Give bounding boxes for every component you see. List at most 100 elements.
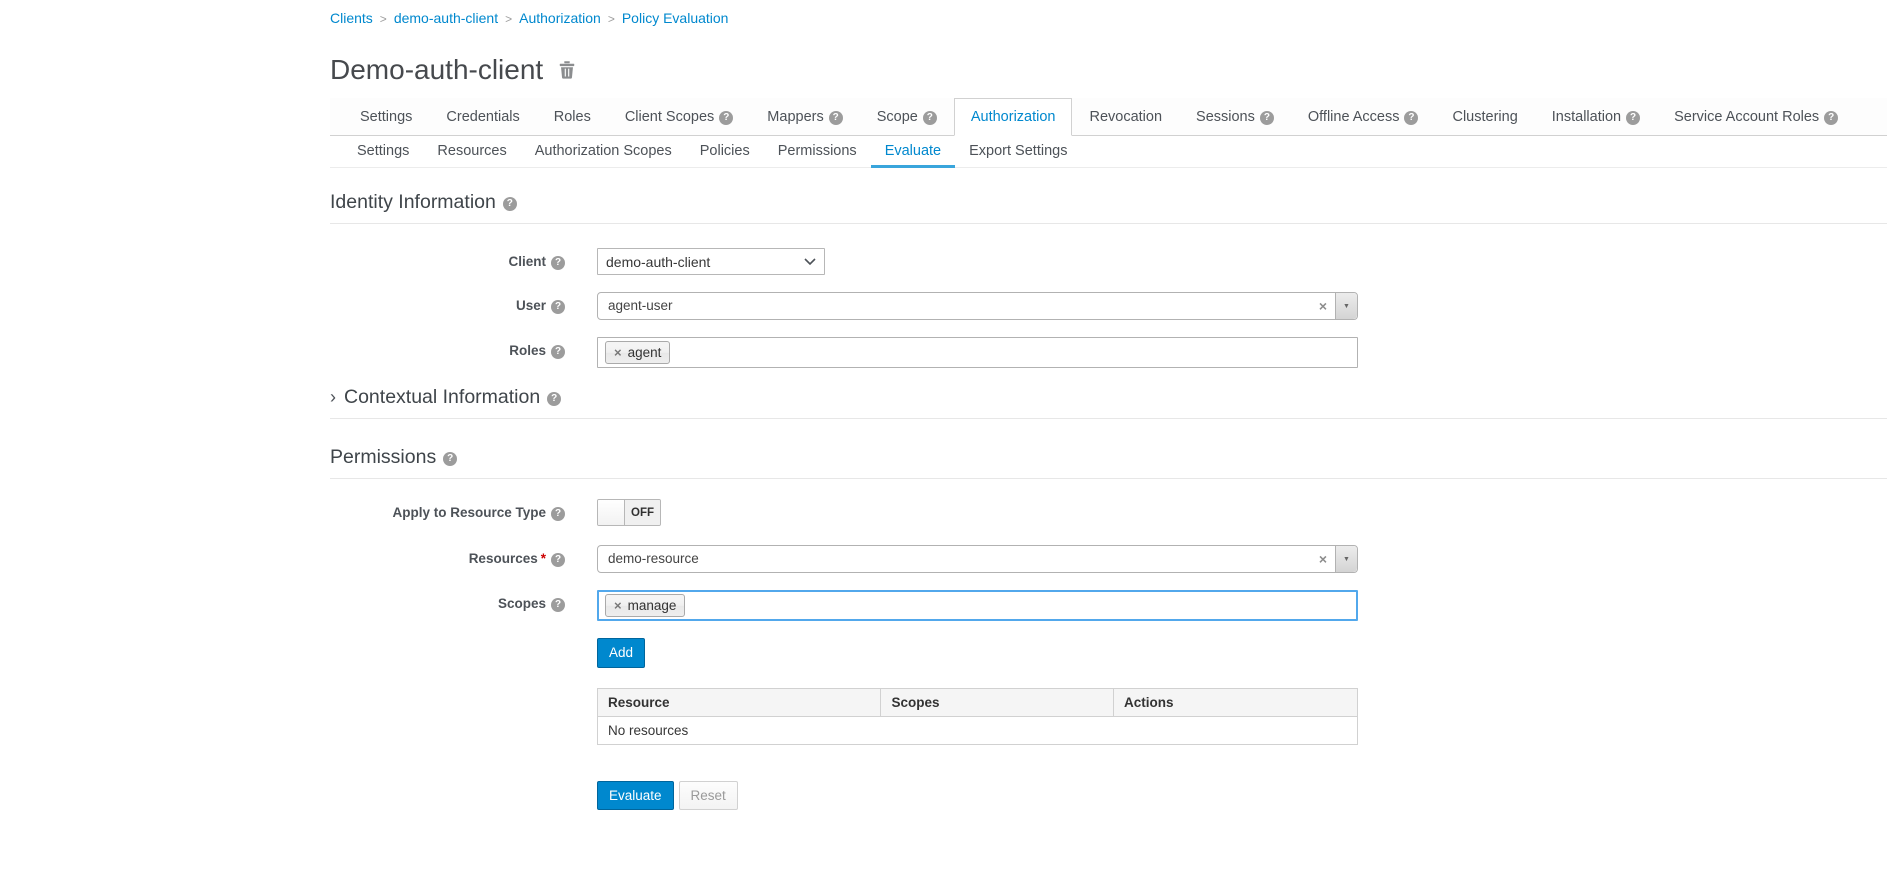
table-row: No resources <box>598 716 1358 744</box>
help-icon[interactable] <box>551 553 565 567</box>
tab-offline-access[interactable]: Offline Access <box>1291 98 1436 136</box>
apply-to-resource-type-label: Apply to Resource Type <box>330 499 565 528</box>
tab-label: Settings <box>360 109 412 125</box>
subtab-evaluate[interactable]: Evaluate <box>871 136 955 168</box>
tab-client-scopes[interactable]: Client Scopes <box>608 98 750 136</box>
column-header-actions: Actions <box>1114 688 1358 716</box>
tab-credentials[interactable]: Credentials <box>429 98 536 136</box>
help-icon[interactable] <box>547 392 561 406</box>
subtab-policies[interactable]: Policies <box>686 136 764 168</box>
help-icon[interactable] <box>719 111 733 125</box>
tab-revocation[interactable]: Revocation <box>1072 98 1179 136</box>
breadcrumb-link-authorization[interactable]: Authorization <box>519 10 601 26</box>
subtab-authorization-scopes[interactable]: Authorization Scopes <box>521 136 686 168</box>
help-icon[interactable] <box>1404 111 1418 125</box>
toggle-state-label: OFF <box>625 500 660 525</box>
reset-button[interactable]: Reset <box>679 781 738 811</box>
tab-settings[interactable]: Settings <box>343 98 429 136</box>
help-icon[interactable] <box>551 345 565 359</box>
breadcrumb-separator: > <box>505 12 512 26</box>
tab-label: Mappers <box>767 109 823 125</box>
tab-authorization[interactable]: Authorization <box>954 98 1073 136</box>
help-icon[interactable] <box>551 598 565 612</box>
breadcrumb-link-client[interactable]: demo-auth-client <box>394 10 498 26</box>
dropdown-arrow-icon[interactable] <box>1335 546 1357 572</box>
resources-table: Resource Scopes Actions No resources <box>597 688 1358 745</box>
clear-icon[interactable] <box>1311 551 1335 567</box>
resources-label: Resources* <box>330 545 565 573</box>
clear-icon[interactable] <box>1311 298 1335 314</box>
breadcrumb-separator: > <box>380 12 387 26</box>
scopes-tag-input[interactable]: manage <box>597 590 1358 621</box>
tab-label: Authorization <box>971 109 1056 125</box>
add-button[interactable]: Add <box>597 638 645 668</box>
user-value: agent-user <box>598 293 1311 319</box>
tab-mappers[interactable]: Mappers <box>750 98 859 136</box>
user-combobox[interactable]: agent-user <box>597 292 1358 320</box>
section-title: Contextual Information <box>344 386 540 408</box>
required-asterisk: * <box>541 551 546 566</box>
help-icon[interactable] <box>1260 111 1274 125</box>
tab-label: Service Account Roles <box>1674 109 1819 125</box>
role-tag: agent <box>605 341 670 364</box>
tag-label: manage <box>628 598 677 613</box>
remove-tag-icon[interactable] <box>614 346 622 359</box>
empty-message: No resources <box>598 716 1358 744</box>
subtab-export-settings[interactable]: Export Settings <box>955 136 1081 168</box>
main-content: Clients > demo-auth-client > Authorization > P… <box>330 0 1887 870</box>
tag-label: agent <box>628 345 662 360</box>
dropdown-arrow-icon[interactable] <box>1335 293 1357 319</box>
table-header-row: Resource Scopes Actions <box>598 688 1358 716</box>
subtab-resources[interactable]: Resources <box>423 136 520 168</box>
scopes-label: Scopes <box>330 590 565 621</box>
breadcrumb-current-policy-evaluation[interactable]: Policy Evaluation <box>622 10 729 26</box>
delete-client-button[interactable] <box>557 59 577 81</box>
tab-label: Clustering <box>1452 109 1517 125</box>
subtab-permissions[interactable]: Permissions <box>764 136 871 168</box>
tab-clustering[interactable]: Clustering <box>1435 98 1534 136</box>
help-icon[interactable] <box>1626 111 1640 125</box>
tab-service-account-roles[interactable]: Service Account Roles <box>1657 98 1855 136</box>
help-icon[interactable] <box>1824 111 1838 125</box>
breadcrumb-separator: > <box>608 12 615 26</box>
tab-label: Scope <box>877 109 918 125</box>
tab-sessions[interactable]: Sessions <box>1179 98 1291 136</box>
trash-icon <box>559 67 575 82</box>
subtab-settings[interactable]: Settings <box>343 136 423 168</box>
tab-roles[interactable]: Roles <box>537 98 608 136</box>
tab-label: Sessions <box>1196 109 1255 125</box>
help-icon[interactable] <box>551 507 565 521</box>
tab-label: Installation <box>1552 109 1621 125</box>
column-header-resource: Resource <box>598 688 881 716</box>
toggle-handle <box>598 500 625 525</box>
contextual-information-heading[interactable]: ›Contextual Information <box>330 385 1887 419</box>
user-label: User <box>330 292 565 320</box>
authorization-subtabs: Settings Resources Authorization Scopes … <box>330 136 1887 168</box>
resources-value: demo-resource <box>598 546 1311 572</box>
breadcrumb-link-clients[interactable]: Clients <box>330 10 373 26</box>
help-icon[interactable] <box>829 111 843 125</box>
help-icon[interactable] <box>923 111 937 125</box>
help-icon[interactable] <box>503 197 517 211</box>
tab-label: Revocation <box>1089 109 1162 125</box>
tab-scope[interactable]: Scope <box>860 98 954 136</box>
resources-combobox[interactable]: demo-resource <box>597 545 1358 573</box>
tab-label: Offline Access <box>1308 109 1400 125</box>
column-header-scopes: Scopes <box>881 688 1114 716</box>
tab-installation[interactable]: Installation <box>1535 98 1657 136</box>
client-select[interactable]: demo-auth-client <box>597 248 825 275</box>
help-icon[interactable] <box>551 256 565 270</box>
identity-information-heading: Identity Information <box>330 190 1887 224</box>
remove-tag-icon[interactable] <box>614 599 622 612</box>
resource-type-toggle[interactable]: OFF <box>597 499 661 526</box>
tab-label: Roles <box>554 109 591 125</box>
help-icon[interactable] <box>551 300 565 314</box>
help-icon[interactable] <box>443 452 457 466</box>
section-title: Identity Information <box>330 191 496 213</box>
permissions-heading: Permissions <box>330 445 1887 479</box>
page-title: Demo-auth-client <box>330 52 543 88</box>
evaluate-button[interactable]: Evaluate <box>597 781 674 811</box>
section-title: Permissions <box>330 446 436 468</box>
client-label: Client <box>330 248 565 275</box>
roles-tag-input[interactable]: agent <box>597 337 1358 368</box>
